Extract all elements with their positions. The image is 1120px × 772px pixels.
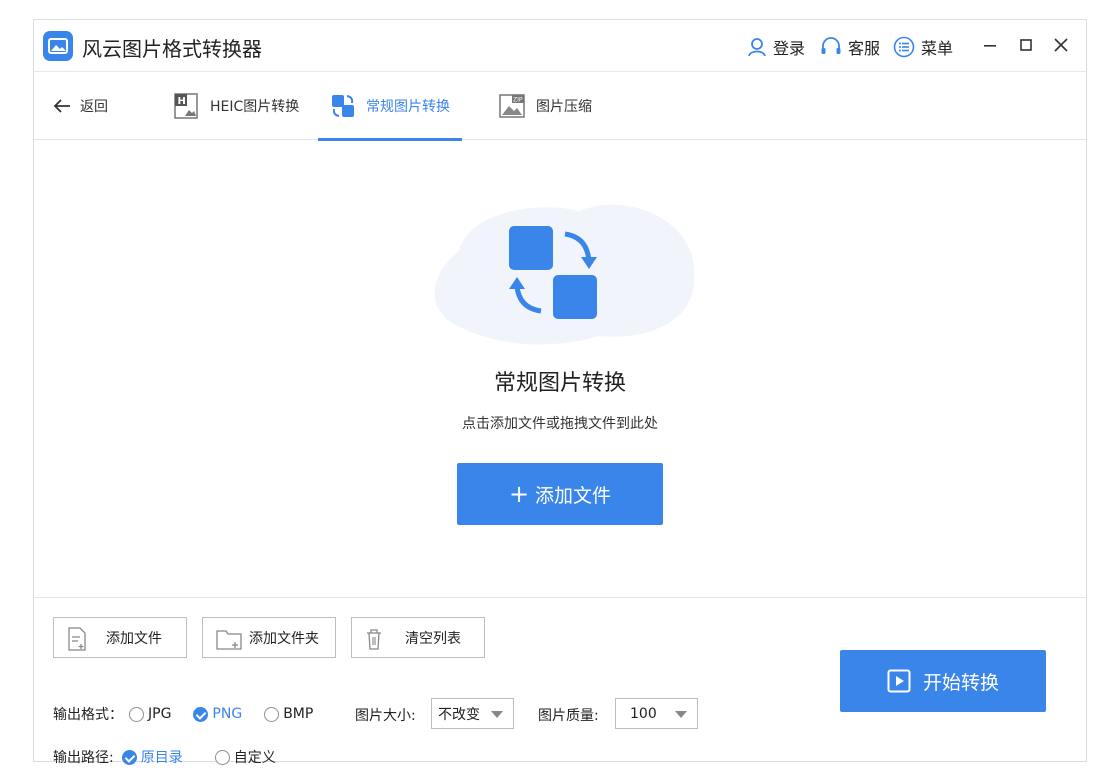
drop-hint: 点击添加文件或拖拽文件到此处: [462, 416, 658, 432]
tab-regular[interactable]: 常规图片转换: [318, 72, 462, 141]
menu-button[interactable]: 菜单: [893, 35, 953, 59]
tab-regular-label: 常规图片转换: [366, 99, 450, 115]
convert-icon: [332, 95, 354, 117]
app-logo-icon: [43, 31, 73, 61]
login-button[interactable]: 登录: [747, 35, 805, 59]
menu-icon: [893, 36, 915, 58]
menu-label: 菜单: [921, 39, 954, 58]
arrow-left-icon: [53, 99, 70, 113]
tab-compress[interactable]: ZIP 图片压缩: [498, 72, 592, 140]
path-radio-custom[interactable]: 自定义: [214, 747, 276, 767]
format-radio-png[interactable]: PNG: [193, 706, 242, 722]
back-label: 返回: [80, 99, 108, 115]
format-label: 输出格式：: [53, 707, 123, 723]
options-panel: 添加文件 添加文件夹 清空列表 输出格式： JPG PNG BMP 图片大小: …: [34, 597, 1086, 766]
trash-icon: [367, 629, 381, 650]
radio-checked-icon: [193, 706, 209, 722]
path-custom-label: 自定义: [233, 750, 276, 766]
path-original-label: 原目录: [140, 750, 183, 766]
minimize-button[interactable]: [979, 34, 1001, 56]
add-folder-button[interactable]: 添加文件夹: [202, 617, 336, 658]
path-radio-original[interactable]: 原目录: [121, 747, 183, 767]
service-button[interactable]: 客服: [820, 35, 880, 59]
svg-text:ZIP: ZIP: [513, 97, 523, 104]
tab-compress-label: 图片压缩: [536, 99, 592, 115]
headset-icon: [821, 37, 841, 54]
size-select[interactable]: 不改变: [431, 698, 514, 729]
add-file-button[interactable]: 添加文件: [53, 617, 187, 658]
add-file-big-button[interactable]: + 添加文件: [457, 463, 663, 525]
user-icon: [748, 38, 766, 57]
nav-bar: 返回 H HEIC图片转换 常规图片转换 ZIP 图片压缩: [34, 72, 1086, 141]
close-button[interactable]: [1050, 34, 1072, 56]
back-button[interactable]: 返回: [52, 96, 108, 116]
quality-label: 图片质量:: [538, 708, 599, 724]
format-bmp-label: BMP: [283, 706, 314, 722]
play-icon: [887, 669, 911, 693]
radio-checked-icon: [121, 749, 137, 765]
quality-value: 100: [630, 705, 657, 722]
file-add-icon: [68, 627, 86, 651]
heic-file-icon: H: [174, 93, 198, 119]
format-radio-bmp[interactable]: BMP: [264, 706, 313, 722]
caret-down-icon: [491, 711, 503, 718]
app-title: 风云图片格式转换器: [82, 37, 262, 61]
format-radio-jpg[interactable]: JPG: [129, 706, 171, 722]
close-icon: [1054, 38, 1068, 52]
size-value: 不改变: [438, 706, 480, 723]
radio-unchecked-icon: [129, 706, 144, 722]
login-label: 登录: [773, 39, 806, 58]
format-png-label: PNG: [212, 706, 243, 722]
convert-illustration-icon: [434, 204, 695, 345]
zip-image-icon: ZIP: [499, 94, 525, 118]
add-folder-label: 添加文件夹: [249, 630, 319, 647]
radio-unchecked-icon: [214, 749, 230, 765]
maximize-icon: [1020, 39, 1032, 51]
title-bar: 风云图片格式转换器 登录 客服 菜单: [34, 20, 1086, 72]
quality-select[interactable]: 100: [615, 698, 698, 729]
add-file-label: 添加文件: [106, 630, 162, 647]
add-file-big-label: 添加文件: [535, 484, 612, 507]
app-window: 风云图片格式转换器 登录 客服 菜单 返回 H HEIC图片转换 常规图片转换 …: [33, 19, 1087, 766]
clear-list-label: 清空列表: [405, 630, 461, 647]
output-path-row: 输出路径: 原目录 自定义: [53, 747, 298, 767]
size-label: 图片大小:: [355, 708, 416, 724]
plus-icon: +: [508, 480, 530, 508]
minimize-icon: [984, 45, 996, 47]
svg-text:H: H: [178, 96, 186, 107]
tab-heic-label: HEIC图片转换: [210, 99, 300, 115]
format-row: 输出格式： JPG PNG BMP: [53, 704, 335, 724]
format-jpg-label: JPG: [148, 706, 172, 722]
radio-unchecked-icon: [264, 706, 280, 722]
caret-down-icon: [675, 711, 687, 718]
folder-add-icon: [216, 630, 242, 650]
path-label: 输出路径:: [53, 750, 114, 766]
start-convert-button[interactable]: 开始转换: [840, 650, 1046, 712]
service-label: 客服: [848, 39, 881, 58]
maximize-button[interactable]: [1015, 34, 1037, 56]
file-drop-area[interactable]: 常规图片转换 点击添加文件或拖拽文件到此处 + 添加文件: [34, 141, 1086, 597]
clear-list-button[interactable]: 清空列表: [351, 617, 485, 658]
tab-heic[interactable]: H HEIC图片转换: [172, 72, 299, 140]
start-convert-label: 开始转换: [922, 671, 999, 694]
drop-title: 常规图片转换: [493, 371, 626, 396]
